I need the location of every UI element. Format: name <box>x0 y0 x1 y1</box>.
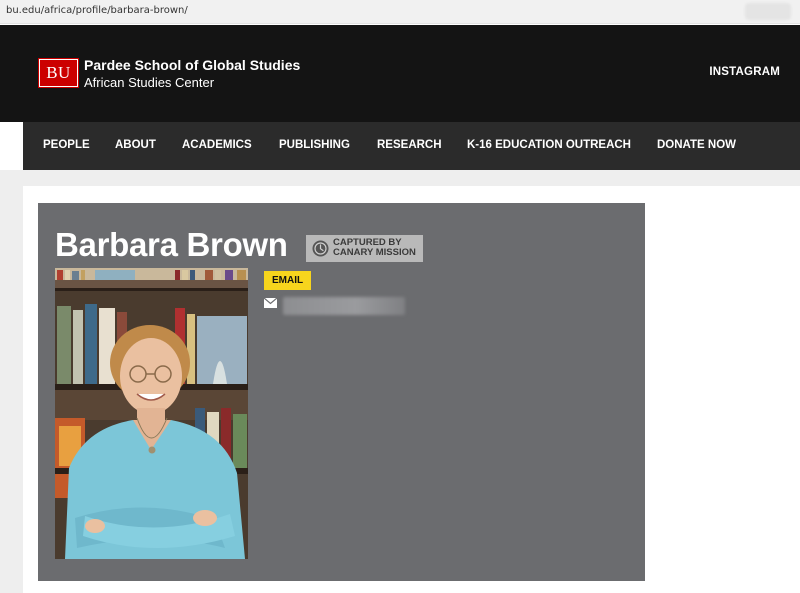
main-nav: PEOPLE ABOUT ACADEMICS PUBLISHING RESEAR… <box>23 122 800 170</box>
site-header: BU Pardee School of Global Studies Afric… <box>0 25 800 122</box>
profile-photo-image <box>55 268 248 559</box>
nav-item-people[interactable]: PEOPLE <box>43 139 90 151</box>
instagram-link[interactable]: INSTAGRAM <box>709 66 780 78</box>
profile-name: Barbara Brown <box>55 226 288 263</box>
clock-icon <box>312 240 329 257</box>
profile-photo <box>55 268 248 559</box>
nav-item-publishing[interactable]: PUBLISHING <box>279 139 350 151</box>
nav-item-research[interactable]: RESEARCH <box>377 139 442 151</box>
mail-icon <box>264 298 277 308</box>
email-button[interactable]: EMAIL <box>264 271 312 290</box>
bu-logo[interactable]: BU <box>38 58 79 88</box>
nav-item-donate[interactable]: DONATE NOW <box>657 139 736 151</box>
nav-item-academics[interactable]: ACADEMICS <box>182 139 252 151</box>
nav-item-k16-outreach[interactable]: K-16 EDUCATION OUTREACH <box>467 139 631 151</box>
browser-url-bar[interactable]: bu.edu/africa/profile/barbara-brown/ <box>0 0 800 24</box>
canary-badge-text: CAPTURED BY CANARY MISSION <box>333 237 416 258</box>
school-name[interactable]: Pardee School of Global Studies <box>84 57 300 73</box>
browser-controls-blurred <box>745 3 791 20</box>
url-text[interactable]: bu.edu/africa/profile/barbara-brown/ <box>6 5 188 16</box>
center-name[interactable]: African Studies Center <box>84 75 214 90</box>
email-address-redacted[interactable] <box>283 297 405 315</box>
canary-mission-badge: CAPTURED BY CANARY MISSION <box>306 235 423 262</box>
nav-item-about[interactable]: ABOUT <box>115 139 156 151</box>
